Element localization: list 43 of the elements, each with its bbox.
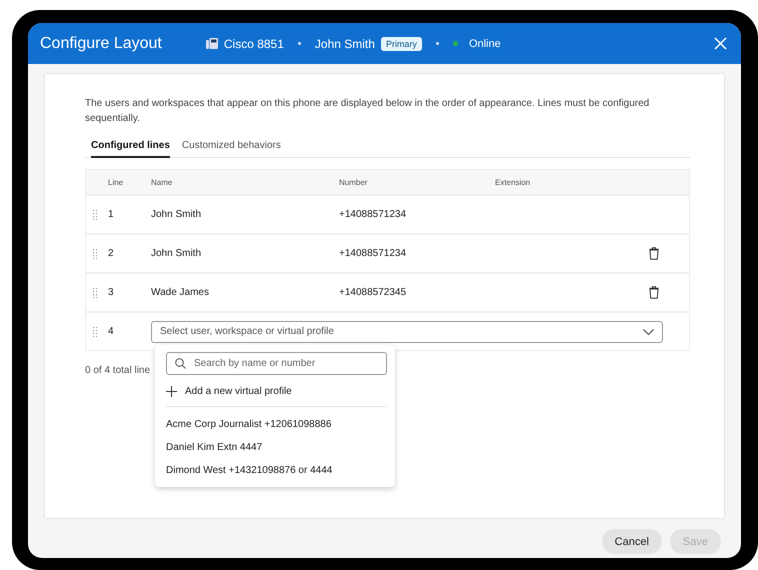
user-select[interactable]: Select user, workspace or virtual profile bbox=[151, 320, 663, 342]
drag-handle-icon[interactable] bbox=[93, 326, 97, 336]
column-header: Number bbox=[339, 178, 368, 186]
search-field[interactable]: Search by name or number bbox=[166, 352, 387, 375]
line-number: 3 bbox=[108, 287, 115, 298]
name-cell-text: John Smith bbox=[151, 248, 202, 259]
dropdown-option[interactable]: Dimond West +14321098876 or 4444 bbox=[166, 459, 387, 482]
dropdown-option[interactable]: Daniel Kim Extn 4447 bbox=[166, 436, 387, 459]
line-number: 4 bbox=[108, 326, 115, 337]
drag-handle-icon[interactable] bbox=[93, 288, 97, 298]
separator-dot bbox=[298, 42, 301, 45]
tab[interactable]: Customized behaviors bbox=[182, 134, 281, 158]
add-profile-button[interactable]: Add a new virtual profile bbox=[166, 383, 292, 399]
phone-icon bbox=[206, 38, 218, 49]
column-header: Line bbox=[108, 178, 124, 186]
trash-icon[interactable] bbox=[649, 286, 659, 299]
description-text: The users and workspaces that appear on this phone are displayed below in the order of appearance. Lines must be configured sequentially. bbox=[85, 97, 650, 126]
number-cell-text: +14088571234 bbox=[339, 209, 408, 220]
number-cell-text: +14088571234 bbox=[339, 248, 408, 259]
search-icon bbox=[175, 358, 186, 369]
number-cell-text: +14088572345 bbox=[339, 287, 408, 298]
line-number: 1 bbox=[108, 209, 115, 220]
plus-icon bbox=[166, 386, 177, 396]
chevron-down-icon bbox=[643, 328, 654, 334]
tab[interactable]: Configured lines bbox=[91, 134, 170, 158]
cancel-button[interactable]: Cancel bbox=[602, 529, 662, 554]
line-number: 2 bbox=[108, 248, 115, 259]
primary-badge: Primary bbox=[380, 36, 422, 50]
drag-handle-icon[interactable] bbox=[93, 248, 97, 258]
trash-icon[interactable] bbox=[649, 247, 659, 260]
window-title: Configure Layout bbox=[40, 34, 162, 52]
total-lines-text: 0 of 4 total line bbox=[85, 365, 152, 376]
column-header: Extension bbox=[495, 178, 532, 186]
close-button[interactable] bbox=[712, 35, 729, 52]
drag-handle-icon[interactable] bbox=[93, 210, 97, 220]
name-cell-text: Wade James bbox=[151, 287, 210, 298]
user-name: John Smith bbox=[314, 36, 375, 50]
column-header: Name bbox=[151, 178, 174, 186]
status-text: Online bbox=[468, 38, 501, 50]
separator-dot bbox=[436, 42, 439, 45]
dropdown-option[interactable]: Acme Corp Journalist +12061098886 bbox=[166, 413, 387, 436]
name-cell-text: John Smith bbox=[151, 209, 202, 220]
device-name: Cisco 8851 bbox=[224, 36, 284, 50]
